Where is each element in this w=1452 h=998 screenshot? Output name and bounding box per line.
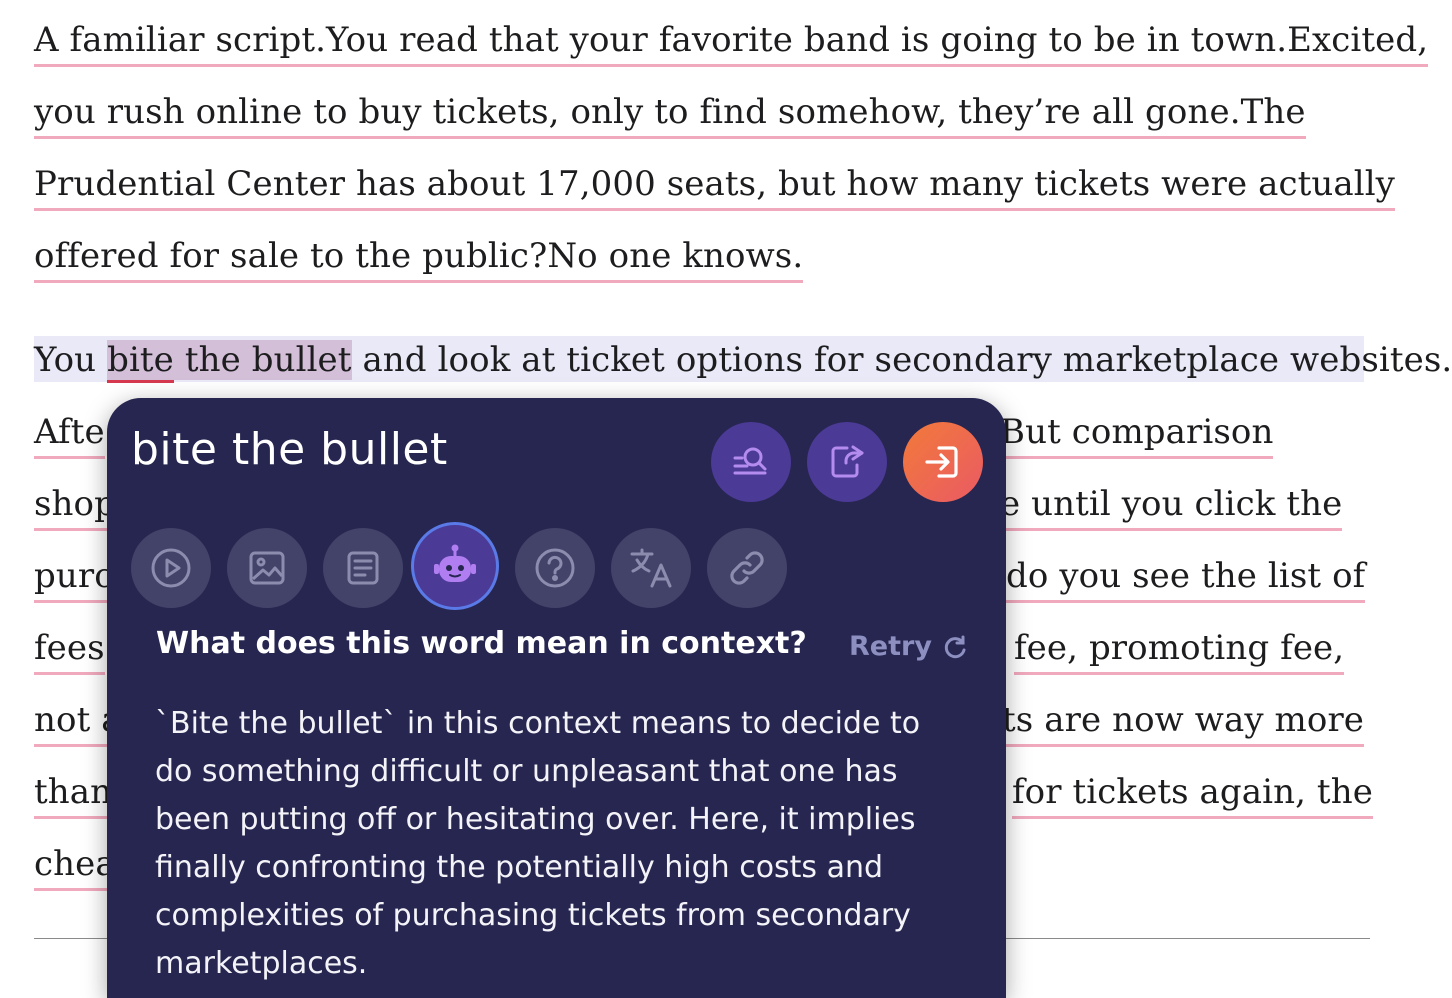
context-question: What does this word mean in context?: [156, 626, 807, 661]
selected-word-the[interactable]: the: [184, 340, 241, 380]
selected-word-bullet[interactable]: bullet: [251, 340, 352, 380]
image-button[interactable]: [227, 528, 307, 608]
text-fragment-left: Afte: [34, 410, 105, 459]
paragraph-line: Prudential Center has about 17,000 seats…: [34, 162, 1395, 211]
image-icon: [249, 551, 285, 585]
word-lookup-popup: bite the bullet What does this word mean…: [107, 398, 1006, 998]
text-fragment-right: ts are now way more: [1002, 698, 1365, 747]
text-fragment-left: purc: [34, 554, 114, 603]
text-fragment-left: shop: [34, 482, 116, 531]
selected-word-bite[interactable]: bite: [107, 340, 174, 383]
text-fragment-right: e until you click the: [1000, 482, 1343, 531]
help-button[interactable]: [515, 528, 595, 608]
translate-icon: [630, 548, 672, 588]
document-button[interactable]: [323, 528, 403, 608]
text-fragment-right: do you see the list of: [1006, 554, 1366, 603]
link-icon: [730, 551, 764, 585]
paragraph-line: you rush online to buy tickets, only to …: [34, 90, 1306, 139]
ai-answer-text: `Bite the bullet` in this context means …: [155, 706, 921, 981]
ai-explain-button[interactable]: [411, 522, 499, 610]
refresh-icon: [944, 635, 966, 658]
text-fragment-right: But comparison: [1000, 410, 1274, 459]
robot-icon: [434, 544, 476, 582]
paragraph-line: A familiar script.You read that your fav…: [34, 18, 1429, 67]
edit-share-icon: [831, 445, 864, 478]
help-icon: [535, 548, 575, 588]
translate-button[interactable]: [611, 528, 691, 608]
selected-sentence[interactable]: You bite the bullet and look at ticket o…: [34, 338, 1452, 383]
text-fragment-right: fee, promoting fee,: [1014, 626, 1345, 675]
popup-title: bite the bullet: [131, 424, 448, 475]
text-fragment-right: for tickets again, the: [1012, 770, 1373, 819]
document-icon: [347, 551, 379, 585]
login-icon: [925, 446, 958, 478]
text-fragment-left: than: [34, 770, 113, 819]
text-fragment-left: fees: [34, 626, 105, 675]
link-button[interactable]: [707, 528, 787, 608]
text-fragment-left: chea: [34, 842, 116, 891]
search-list-icon: [733, 447, 767, 475]
paragraph-line: offered for sale to the public?No one kn…: [34, 234, 804, 283]
open-button[interactable]: [903, 422, 983, 502]
retry-button[interactable]: Retry: [849, 631, 968, 662]
edit-share-button[interactable]: [807, 422, 887, 502]
play-button[interactable]: [131, 528, 211, 608]
search-list-button[interactable]: [711, 422, 791, 502]
retry-label: Retry: [849, 631, 932, 662]
play-icon: [151, 548, 191, 588]
